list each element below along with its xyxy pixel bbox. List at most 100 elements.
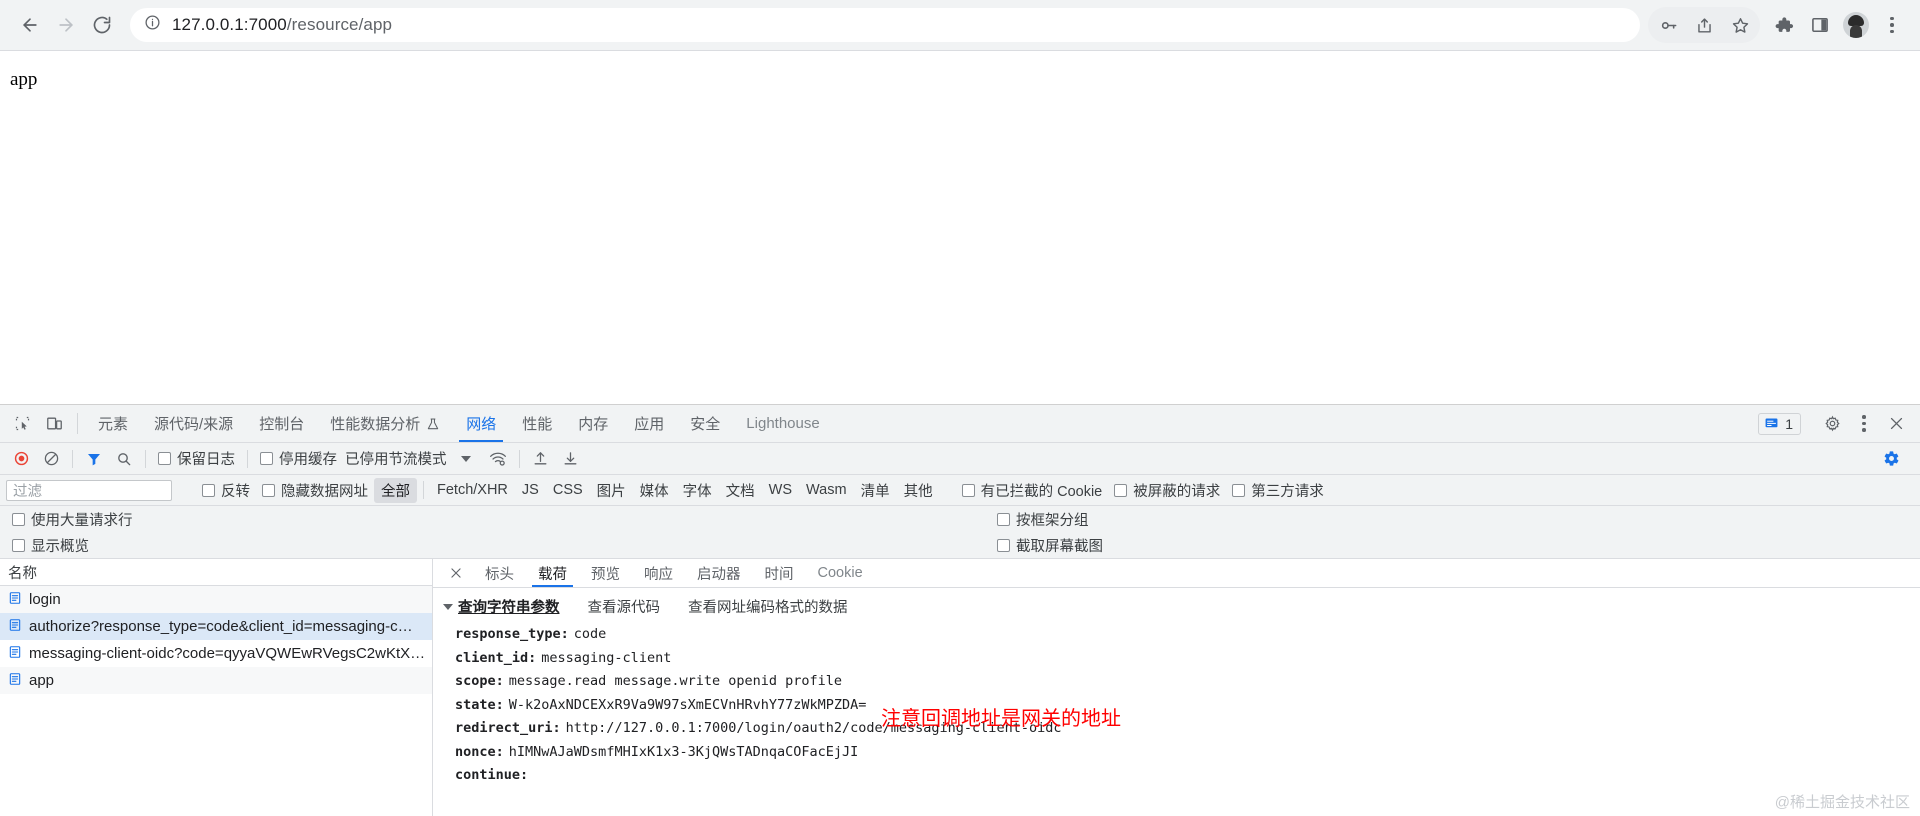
- password-key-icon[interactable]: [1650, 7, 1686, 43]
- tab-lighthouse[interactable]: Lighthouse: [733, 405, 832, 442]
- detail-tab-timing[interactable]: 时间: [753, 559, 806, 587]
- site-information-icon[interactable]: [144, 14, 161, 36]
- export-har-icon[interactable]: [556, 446, 586, 472]
- side-panel-icon[interactable]: [1802, 7, 1838, 43]
- tab-elements[interactable]: 元素: [85, 405, 141, 442]
- network-filter-bar: 过滤 反转 隐藏数据网址 全部 Fetch/XHR JS CSS 图片 媒体 字…: [0, 475, 1920, 506]
- browser-toolbar: 127.0.0.1:7000/resource/app: [0, 0, 1920, 51]
- vertical-dots: [1862, 415, 1866, 432]
- preserve-log-checkbox[interactable]: 保留日志: [152, 448, 241, 469]
- view-url-encoded-link[interactable]: 查看网址编码格式的数据: [688, 596, 848, 617]
- tab-performance-insights[interactable]: 性能数据分析: [317, 405, 453, 442]
- filter-type-wasm[interactable]: Wasm: [799, 480, 854, 500]
- address-bar[interactable]: 127.0.0.1:7000/resource/app: [130, 8, 1640, 42]
- request-name: login: [29, 591, 61, 608]
- query-string-section-header[interactable]: 查询字符串参数 查看源代码 查看网址编码格式的数据: [433, 596, 1920, 617]
- request-list-header[interactable]: 名称: [0, 559, 432, 586]
- show-overview-checkbox[interactable]: 显示概览: [6, 535, 95, 556]
- table-row[interactable]: app: [0, 667, 432, 694]
- tab-memory[interactable]: 内存: [565, 405, 621, 442]
- device-toolbar-icon[interactable]: [38, 405, 70, 442]
- big-request-rows-checkbox[interactable]: 使用大量请求行: [6, 509, 139, 530]
- filter-type-other[interactable]: 其他: [897, 478, 940, 503]
- filter-type-js[interactable]: JS: [515, 480, 546, 500]
- profile-avatar[interactable]: [1838, 7, 1874, 43]
- request-name: messaging-client-oidc?code=qyyaVQWEwRVeg…: [29, 645, 425, 662]
- param-key: client_id:: [455, 647, 536, 671]
- chevron-down-icon[interactable]: [461, 456, 471, 462]
- detail-tab-headers[interactable]: 标头: [473, 559, 526, 587]
- group-by-frame-checkbox[interactable]: 按框架分组: [991, 509, 1095, 530]
- filter-type-css[interactable]: CSS: [546, 480, 590, 500]
- settings-gear-icon[interactable]: [1816, 415, 1848, 432]
- tab-console[interactable]: 控制台: [246, 405, 317, 442]
- search-icon[interactable]: [109, 446, 139, 472]
- filter-type-media[interactable]: 媒体: [633, 478, 676, 503]
- blocked-cookies-checkbox[interactable]: 有已拦截的 Cookie: [956, 480, 1109, 501]
- share-icon[interactable]: [1686, 7, 1722, 43]
- column-header-name: 名称: [8, 562, 37, 583]
- tab-application[interactable]: 应用: [621, 405, 677, 442]
- network-conditions-icon[interactable]: [483, 446, 513, 472]
- capture-screenshots-checkbox[interactable]: 截取屏幕截图: [991, 535, 1109, 556]
- list-item: nonce: hIMNwAJaWDsmfMHIxK1x3-3KjQWsTADnq…: [455, 741, 1920, 765]
- network-settings-gear-icon[interactable]: [1876, 446, 1906, 472]
- back-button[interactable]: [12, 7, 48, 43]
- filter-type-font[interactable]: 字体: [676, 478, 719, 503]
- forward-button[interactable]: [48, 7, 84, 43]
- chevron-down-icon[interactable]: [443, 604, 453, 610]
- message-count-badge[interactable]: 1: [1758, 413, 1801, 435]
- tab-label: 控制台: [259, 413, 304, 434]
- tab-performance[interactable]: 性能: [509, 405, 565, 442]
- tab-security[interactable]: 安全: [677, 405, 733, 442]
- throttling-select[interactable]: 已停用节流模式: [343, 448, 447, 469]
- filter-type-ws[interactable]: WS: [762, 480, 799, 500]
- reload-button[interactable]: [84, 7, 120, 43]
- blocked-requests-checkbox[interactable]: 被屏蔽的请求: [1108, 480, 1226, 501]
- list-item: state: W-k2oAxNDCEXxR9Va9W97sXmECVnHRvhY…: [455, 694, 1920, 718]
- filter-type-manifest[interactable]: 清单: [854, 478, 897, 503]
- tab-label: Lighthouse: [746, 415, 819, 432]
- devtools-tabbar: 元素 源代码/来源 控制台 性能数据分析 网络 性能 内存 应用 安全 Ligh…: [0, 405, 1920, 443]
- disable-cache-checkbox[interactable]: 停用缓存: [254, 448, 343, 469]
- table-row[interactable]: login: [0, 586, 432, 613]
- detail-tab-cookie[interactable]: Cookie: [806, 559, 875, 587]
- param-key: state:: [455, 694, 504, 718]
- network-body: 名称 login authorize?response_type=code&cl…: [0, 559, 1920, 816]
- more-options-icon[interactable]: [1848, 415, 1880, 432]
- document-icon: [8, 591, 22, 609]
- hide-data-urls-checkbox[interactable]: 隐藏数据网址: [256, 480, 374, 501]
- checkbox-box: [158, 452, 171, 465]
- tab-sources[interactable]: 源代码/来源: [141, 405, 246, 442]
- close-detail-icon[interactable]: [439, 559, 473, 587]
- table-row[interactable]: authorize?response_type=code&client_id=m…: [0, 613, 432, 640]
- extensions-puzzle-icon[interactable]: [1766, 7, 1802, 43]
- clear-button[interactable]: [36, 446, 66, 472]
- table-row[interactable]: messaging-client-oidc?code=qyyaVQWEwRVeg…: [0, 640, 432, 667]
- chrome-menu-icon[interactable]: [1874, 7, 1910, 43]
- checkbox-label: 第三方请求: [1251, 480, 1324, 501]
- import-har-icon[interactable]: [526, 446, 556, 472]
- filter-input[interactable]: 过滤: [6, 480, 172, 501]
- url-path: /resource/app: [287, 15, 392, 34]
- view-source-link[interactable]: 查看源代码: [588, 596, 661, 617]
- filter-type-doc[interactable]: 文档: [719, 478, 762, 503]
- inspect-element-icon[interactable]: [6, 405, 38, 442]
- close-devtools-icon[interactable]: [1880, 415, 1912, 432]
- detail-tab-preview[interactable]: 预览: [579, 559, 632, 587]
- filter-type-img[interactable]: 图片: [590, 478, 633, 503]
- tab-network[interactable]: 网络: [453, 405, 509, 442]
- detail-tab-initiator[interactable]: 启动器: [685, 559, 753, 587]
- detail-tab-payload[interactable]: 载荷: [526, 559, 579, 587]
- filter-toggle-icon[interactable]: [79, 446, 109, 472]
- filter-type-all[interactable]: 全部: [374, 478, 417, 503]
- third-party-checkbox[interactable]: 第三方请求: [1226, 480, 1330, 501]
- detail-tab-response[interactable]: 响应: [632, 559, 685, 587]
- bookmark-star-icon[interactable]: [1722, 7, 1758, 43]
- record-button[interactable]: [6, 446, 36, 472]
- invert-checkbox[interactable]: 反转: [196, 480, 256, 501]
- filter-type-fetch-xhr[interactable]: Fetch/XHR: [430, 480, 515, 500]
- request-name: app: [29, 672, 54, 689]
- toolbar-divider: [145, 450, 146, 468]
- tab-label: 载荷: [538, 563, 567, 584]
